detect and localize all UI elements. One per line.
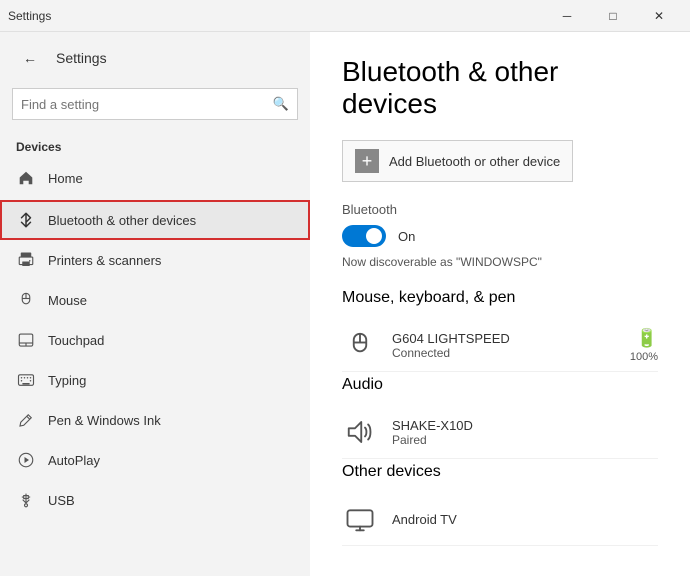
sidebar-item-mouse-label: Mouse: [48, 293, 87, 308]
bluetooth-toggle-row: On: [342, 225, 658, 247]
device-status-shake: Paired: [392, 433, 658, 447]
sidebar-section-label: Devices: [0, 132, 310, 158]
mouse-icon: [16, 290, 36, 310]
sidebar-item-autoplay-label: AutoPlay: [48, 453, 100, 468]
sidebar-item-printers[interactable]: Printers & scanners: [0, 240, 310, 280]
device-name-android-tv: Android TV: [392, 512, 658, 527]
device-info-shake: SHAKE-X10D Paired: [392, 418, 658, 447]
battery-label-g604: 100%: [630, 351, 658, 363]
sidebar-nav-top: ← Settings: [0, 32, 310, 84]
sidebar-item-touchpad[interactable]: Touchpad: [0, 320, 310, 360]
sidebar-item-typing[interactable]: Typing: [0, 360, 310, 400]
sidebar-item-autoplay[interactable]: AutoPlay: [0, 440, 310, 480]
page-title: Bluetooth & other devices: [342, 56, 658, 120]
minimize-button[interactable]: ─: [544, 0, 590, 32]
search-box[interactable]: 🔍: [12, 88, 298, 120]
pen-icon: [16, 410, 36, 430]
sidebar-app-title: Settings: [56, 50, 107, 66]
add-device-button[interactable]: + Add Bluetooth or other device: [342, 140, 573, 182]
device-info-g604: G604 LIGHTSPEED Connected: [392, 331, 616, 360]
sidebar-item-typing-label: Typing: [48, 373, 86, 388]
device-name-g604: G604 LIGHTSPEED: [392, 331, 616, 346]
sidebar-item-usb-label: USB: [48, 493, 75, 508]
printers-icon: [16, 250, 36, 270]
typing-icon: [16, 370, 36, 390]
search-icon: 🔍: [273, 96, 289, 112]
back-button[interactable]: ←: [16, 44, 44, 72]
device-info-android-tv: Android TV: [392, 512, 658, 527]
app-title-label: Settings: [8, 9, 51, 23]
close-button[interactable]: ✕: [636, 0, 682, 32]
plus-icon: +: [355, 149, 379, 173]
audio-device-icon: [342, 414, 378, 450]
main-container: ← Settings 🔍 Devices Home Bluetoot: [0, 32, 690, 576]
category-title-mouse: Mouse, keyboard, & pen: [342, 289, 658, 307]
title-bar-left: Settings: [8, 9, 51, 23]
sidebar-item-home-label: Home: [48, 171, 83, 186]
sidebar: ← Settings 🔍 Devices Home Bluetoot: [0, 32, 310, 576]
sidebar-item-home[interactable]: Home: [0, 158, 310, 198]
toggle-knob: [366, 228, 382, 244]
usb-icon: [16, 490, 36, 510]
device-battery-g604: 🔋 100%: [630, 328, 658, 363]
maximize-button[interactable]: □: [590, 0, 636, 32]
autoplay-icon: [16, 450, 36, 470]
sidebar-item-bluetooth-label: Bluetooth & other devices: [48, 213, 196, 228]
category-title-other: Other devices: [342, 463, 658, 481]
right-panel: Bluetooth & other devices + Add Bluetoot…: [310, 32, 690, 576]
battery-icon: 🔋: [636, 328, 658, 349]
bluetooth-section-label: Bluetooth: [342, 202, 658, 217]
home-icon: [16, 168, 36, 188]
search-input[interactable]: [21, 97, 267, 112]
bluetooth-toggle-label: On: [398, 229, 415, 244]
discoverable-text: Now discoverable as "WINDOWSPC": [342, 255, 658, 269]
sidebar-item-usb[interactable]: USB: [0, 480, 310, 520]
sidebar-item-mouse[interactable]: Mouse: [0, 280, 310, 320]
sidebar-item-pen-label: Pen & Windows Ink: [48, 413, 161, 428]
device-row-g604: G604 LIGHTSPEED Connected 🔋 100%: [342, 319, 658, 372]
tv-device-icon: [342, 501, 378, 537]
title-bar: Settings ─ □ ✕: [0, 0, 690, 32]
mouse-device-icon: [342, 327, 378, 363]
bluetooth-icon: [16, 210, 36, 230]
sidebar-item-pen[interactable]: Pen & Windows Ink: [0, 400, 310, 440]
sidebar-item-bluetooth[interactable]: Bluetooth & other devices: [0, 200, 310, 240]
sidebar-item-printers-label: Printers & scanners: [48, 253, 161, 268]
device-status-g604: Connected: [392, 346, 616, 360]
sidebar-item-touchpad-label: Touchpad: [48, 333, 104, 348]
device-name-shake: SHAKE-X10D: [392, 418, 658, 433]
device-row-android-tv: Android TV: [342, 493, 658, 546]
touchpad-icon: [16, 330, 36, 350]
bluetooth-toggle[interactable]: [342, 225, 386, 247]
title-bar-controls: ─ □ ✕: [544, 0, 682, 32]
add-device-label: Add Bluetooth or other device: [389, 154, 560, 169]
category-title-audio: Audio: [342, 376, 658, 394]
device-row-shake: SHAKE-X10D Paired: [342, 406, 658, 459]
